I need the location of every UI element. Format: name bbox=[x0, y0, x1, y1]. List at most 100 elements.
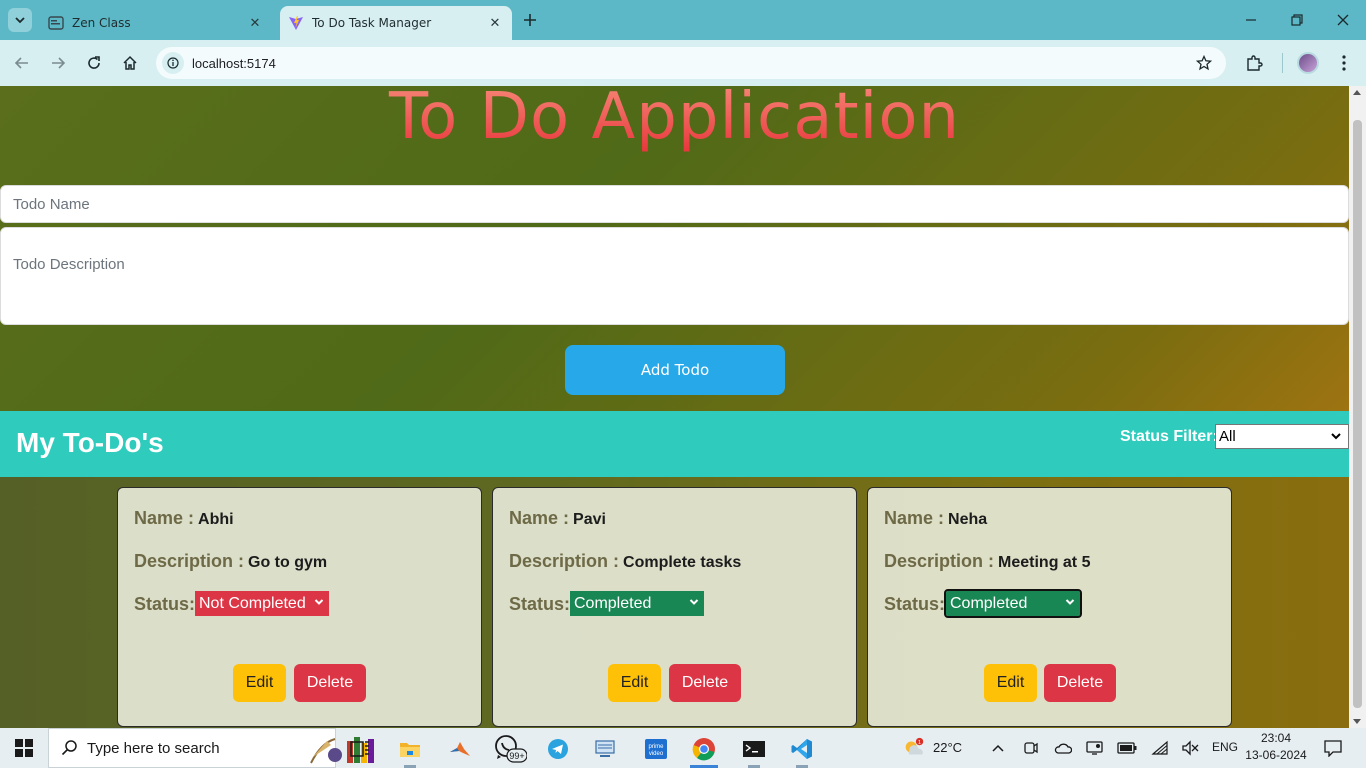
description-label: Description : bbox=[884, 551, 995, 571]
onedrive-cloud-icon[interactable] bbox=[1053, 738, 1073, 758]
new-tab-button[interactable] bbox=[518, 8, 542, 32]
close-icon[interactable]: ✕ bbox=[244, 12, 266, 34]
todo-cards-area: Name : Abhi Description : Go to gym Status… bbox=[0, 477, 1349, 728]
edit-button[interactable]: Edit bbox=[984, 664, 1037, 702]
taskbar-clock[interactable]: 23:04 13-06-2024 bbox=[1243, 730, 1309, 764]
status-label: Status: bbox=[884, 594, 946, 614]
start-button[interactable] bbox=[8, 736, 40, 760]
reload-icon bbox=[88, 56, 100, 69]
add-todo-button[interactable]: Add Todo bbox=[565, 345, 785, 395]
profile-avatar[interactable] bbox=[1297, 52, 1319, 74]
status-filter-value: All bbox=[1219, 428, 1236, 445]
folder-icon bbox=[400, 743, 420, 757]
prime-video-icon: primevideo bbox=[645, 739, 667, 759]
display-settings-icon[interactable] bbox=[1085, 738, 1105, 758]
status-label: Status: bbox=[509, 594, 571, 614]
show-hidden-icons-button[interactable] bbox=[988, 738, 1008, 758]
weather-icon[interactable]: 1 bbox=[902, 737, 926, 758]
wifi-icon[interactable] bbox=[1150, 738, 1170, 758]
edit-button[interactable]: Edit bbox=[608, 664, 661, 702]
taskbar-search-box[interactable]: Type here to search bbox=[48, 728, 374, 768]
telegram-button[interactable] bbox=[538, 732, 578, 766]
todo-status-row: Status: bbox=[134, 594, 195, 615]
delete-button[interactable]: Delete bbox=[1044, 664, 1116, 702]
vite-logo-icon bbox=[288, 15, 304, 31]
close-icon[interactable]: ✕ bbox=[484, 12, 506, 34]
forward-button[interactable] bbox=[46, 51, 70, 75]
prime-video-button[interactable]: prime video bbox=[636, 732, 676, 766]
extensions-button[interactable] bbox=[1242, 51, 1266, 75]
terminal-button[interactable] bbox=[734, 732, 774, 768]
task-view-icon bbox=[350, 741, 369, 757]
todo-description-row: Description : Complete tasks bbox=[509, 551, 741, 572]
todo-name-value: Pavi bbox=[573, 511, 606, 528]
meet-now-icon[interactable] bbox=[1021, 738, 1041, 758]
back-button[interactable] bbox=[10, 51, 34, 75]
todo-name-value: Neha bbox=[948, 511, 988, 528]
todo-card: Name : Neha Description : Meeting at 5 Sta… bbox=[867, 487, 1232, 727]
todo-status-row: Status: bbox=[509, 594, 570, 615]
delete-button[interactable]: Delete bbox=[294, 664, 366, 702]
description-label: Description : bbox=[134, 551, 245, 571]
whatsapp-badge: 99+ bbox=[509, 751, 524, 761]
weather-temperature[interactable]: 22°C bbox=[933, 740, 962, 755]
tab-to-do-task-manager[interactable]: To Do Task Manager ✕ bbox=[280, 6, 512, 40]
whatsapp-button[interactable]: 99+ bbox=[490, 732, 530, 766]
page-scrollbar[interactable] bbox=[1349, 86, 1366, 728]
todo-description-input[interactable] bbox=[0, 227, 1349, 325]
input-language[interactable]: ENG bbox=[1212, 740, 1238, 754]
scrollbar-thumb[interactable] bbox=[1353, 120, 1362, 708]
delete-button[interactable]: Delete bbox=[669, 664, 741, 702]
battery-icon[interactable] bbox=[1117, 738, 1137, 758]
chrome-icon bbox=[692, 738, 715, 761]
task-view-button[interactable] bbox=[340, 732, 380, 766]
address-bar[interactable]: localhost:5174 bbox=[156, 47, 1226, 79]
chrome-button[interactable] bbox=[684, 732, 724, 768]
url-text[interactable]: localhost:5174 bbox=[192, 56, 276, 71]
clock-time: 23:04 bbox=[1260, 731, 1292, 745]
search-placeholder: Type here to search bbox=[87, 739, 220, 757]
todo-description-value: Meeting at 5 bbox=[998, 554, 1091, 571]
minimize-button[interactable] bbox=[1228, 6, 1274, 34]
terminal-icon bbox=[743, 741, 765, 757]
vscode-icon bbox=[791, 739, 812, 759]
more-vertical-icon bbox=[1342, 55, 1346, 71]
scroll-down-arrow-icon[interactable] bbox=[1353, 719, 1361, 724]
reload-button[interactable] bbox=[82, 51, 106, 75]
todo-name-row: Name : Neha bbox=[884, 508, 987, 529]
chevron-up-icon bbox=[992, 744, 1004, 752]
name-label: Name : bbox=[509, 508, 570, 528]
bookmark-star-icon[interactable] bbox=[1194, 53, 1214, 73]
vscode-button[interactable] bbox=[782, 732, 822, 768]
site-info-icon[interactable] bbox=[162, 52, 184, 74]
todo-status-value: Completed bbox=[574, 594, 652, 612]
scroll-up-arrow-icon[interactable] bbox=[1353, 90, 1361, 95]
browser-toolbar: localhost:5174 bbox=[0, 40, 1366, 86]
matlab-button[interactable] bbox=[440, 732, 480, 766]
todos-header: My To-Do's Status Filter: All bbox=[0, 411, 1349, 477]
control-panel-button[interactable] bbox=[586, 732, 626, 766]
file-explorer-button[interactable] bbox=[390, 732, 430, 768]
edit-button[interactable]: Edit bbox=[233, 664, 286, 702]
chevron-down-icon bbox=[15, 17, 25, 24]
status-filter-select[interactable]: All bbox=[1215, 424, 1349, 449]
restore-button[interactable] bbox=[1274, 6, 1320, 34]
todo-description-value: Go to gym bbox=[248, 554, 328, 571]
tab-zen-class[interactable]: Zen Class ✕ bbox=[40, 6, 272, 40]
todo-name-input[interactable] bbox=[0, 185, 1349, 223]
browser-menu-button[interactable] bbox=[1332, 51, 1356, 75]
tab-title: Zen Class bbox=[72, 16, 131, 30]
tab-title: To Do Task Manager bbox=[312, 16, 432, 30]
tab-search-button[interactable] bbox=[8, 8, 32, 32]
toolbar-divider bbox=[1282, 53, 1283, 73]
notifications-button[interactable] bbox=[1323, 738, 1343, 758]
notification-icon bbox=[1324, 740, 1342, 757]
home-button[interactable] bbox=[118, 51, 142, 75]
todo-status-select[interactable]: Completed bbox=[944, 589, 1082, 618]
close-window-button[interactable] bbox=[1320, 6, 1366, 34]
volume-muted-icon[interactable] bbox=[1180, 738, 1200, 758]
close-icon bbox=[1337, 14, 1349, 26]
todo-status-select[interactable]: Not Completed bbox=[195, 591, 329, 616]
todo-status-select[interactable]: Completed bbox=[570, 591, 704, 616]
page-title: To Do Application bbox=[0, 86, 1349, 154]
